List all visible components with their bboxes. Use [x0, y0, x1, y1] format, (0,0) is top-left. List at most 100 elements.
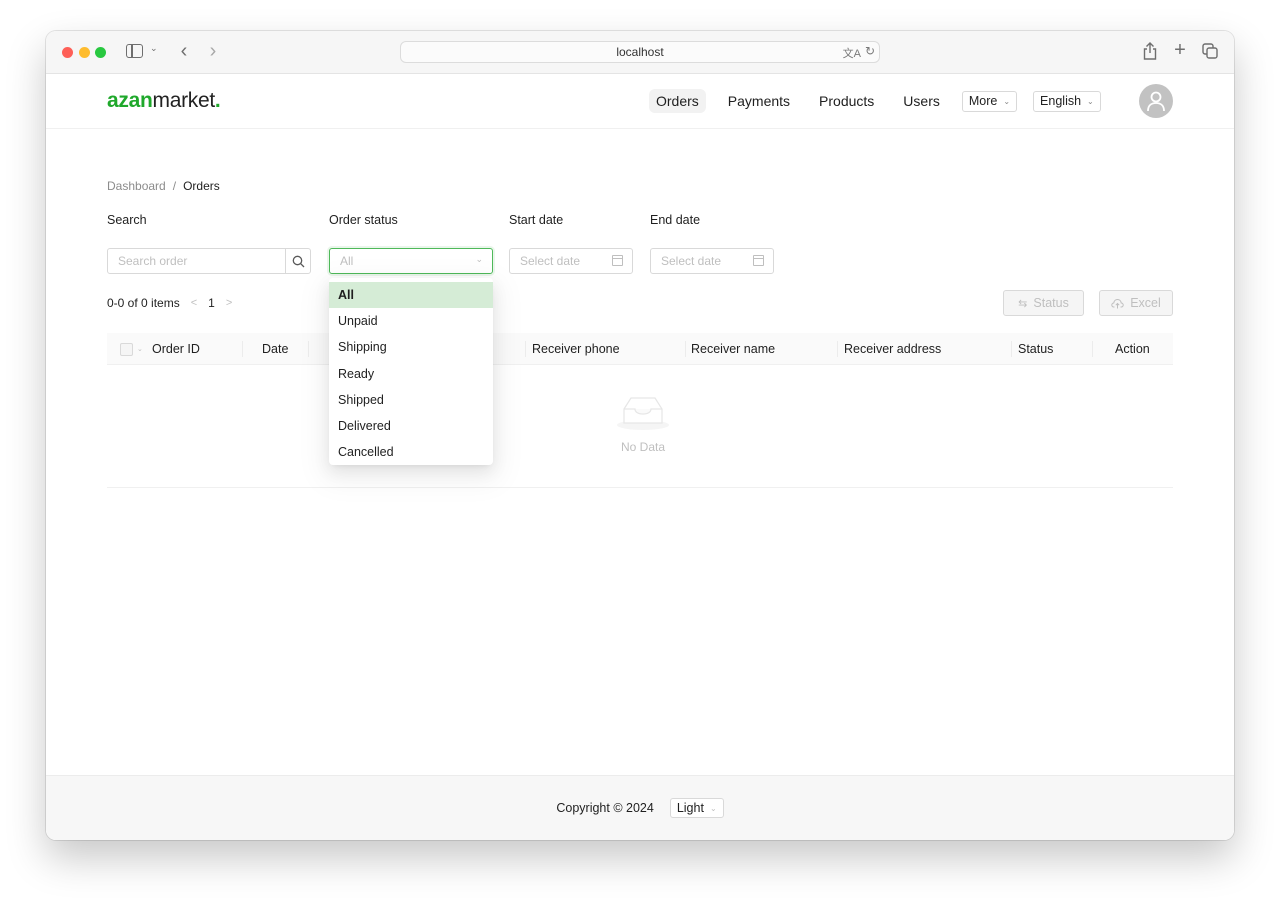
user-icon	[1147, 91, 1165, 112]
theme-label: Light	[676, 801, 704, 815]
start-date-label: Start date	[509, 213, 564, 227]
select-all-control[interactable]: ⌄	[120, 333, 143, 365]
swap-icon: ⇆	[1018, 297, 1028, 310]
nav-item-users[interactable]: Users	[896, 89, 947, 113]
breadcrumb-dashboard[interactable]: Dashboard	[107, 179, 166, 193]
order-status-select[interactable]: All ⌄	[329, 248, 493, 274]
share-icon[interactable]	[1142, 41, 1158, 61]
status-option-delivered[interactable]: Delivered	[329, 413, 493, 439]
nav-item-orders[interactable]: Orders	[649, 89, 706, 113]
column-divider	[308, 341, 309, 357]
pagination-summary: 0-0 of 0 items	[107, 296, 180, 310]
sidebar-toggle-icon[interactable]	[126, 44, 143, 58]
status-option-cancelled[interactable]: Cancelled	[329, 439, 493, 465]
search-icon	[292, 255, 304, 267]
status-option-all[interactable]: All	[329, 282, 493, 309]
excel-button-label: Excel	[1130, 296, 1161, 310]
pagination: 0-0 of 0 items < 1 >	[107, 296, 232, 310]
empty-state: No Data	[613, 395, 673, 454]
column-receiver-phone[interactable]: Receiver phone	[532, 333, 620, 365]
more-label: More	[968, 94, 998, 108]
breadcrumb-separator: /	[172, 179, 177, 193]
next-page-button[interactable]: >	[226, 297, 232, 309]
chevron-down-icon: ⌄	[475, 254, 483, 264]
more-menu-dropdown[interactable]: More ⌄	[961, 90, 1018, 112]
column-receiver-name[interactable]: Receiver name	[691, 333, 775, 365]
select-all-checkbox[interactable]	[120, 342, 133, 356]
calendar-icon	[753, 255, 764, 266]
language-select[interactable]: English ⌄	[1033, 90, 1101, 112]
calendar-icon	[612, 255, 623, 266]
footer: Copyright © 2024 Light ⌄	[46, 775, 1234, 840]
status-button-label: Status	[1033, 296, 1069, 310]
cloud-upload-icon	[1111, 298, 1124, 308]
empty-inbox-icon	[617, 397, 669, 430]
column-receiver-address[interactable]: Receiver address	[844, 333, 941, 365]
new-tab-icon[interactable]: +	[1171, 39, 1189, 61]
nav-item-payments[interactable]: Payments	[721, 89, 797, 113]
column-status[interactable]: Status	[1018, 333, 1053, 365]
browser-toolbar: ⌄ ‹ › localhost 文A ↻ +	[46, 31, 1234, 74]
user-avatar[interactable]	[1139, 84, 1173, 118]
chevron-down-icon: ⌄	[709, 803, 717, 813]
search-placeholder: Search order	[118, 254, 188, 268]
breadcrumb-orders: Orders	[183, 179, 220, 193]
back-icon[interactable]: ‹	[176, 40, 192, 62]
zoom-window-button[interactable]	[95, 47, 106, 58]
theme-select[interactable]: Light ⌄	[669, 798, 724, 818]
column-divider	[525, 341, 526, 357]
copyright-text: Copyright © 2024	[556, 801, 654, 815]
tabs-overview-icon[interactable]	[1202, 43, 1218, 59]
chevron-down-icon: ⌄	[1003, 96, 1011, 106]
forward-icon[interactable]: ›	[205, 40, 221, 62]
prev-page-button[interactable]: <	[191, 297, 197, 309]
orders-table-header: ⌄ Order ID Date Sender Receiver phone Re…	[107, 333, 1173, 365]
search-button[interactable]	[285, 248, 311, 274]
language-label: English	[1040, 94, 1082, 108]
start-date-placeholder: Select date	[520, 254, 581, 268]
column-divider	[1011, 341, 1012, 357]
breadcrumb: Dashboard / Orders	[107, 179, 220, 193]
logo-market-part: market	[152, 89, 216, 112]
orders-table-body: No Data	[107, 365, 1173, 488]
page-number[interactable]: 1	[208, 296, 215, 310]
export-excel-button[interactable]: Excel	[1099, 290, 1173, 316]
chevron-down-icon[interactable]: ⌄	[137, 345, 143, 353]
main-nav: Orders Payments Products Users More ⌄ En…	[649, 89, 1117, 113]
status-option-ready[interactable]: Ready	[329, 361, 493, 387]
chevron-down-icon: ⌄	[1087, 96, 1094, 106]
app-page: azanmarket. Orders Payments Products Use…	[46, 74, 1234, 840]
address-bar[interactable]: localhost 文A ↻	[400, 41, 880, 63]
status-option-unpaid[interactable]: Unpaid	[329, 308, 493, 334]
chevron-down-icon[interactable]: ⌄	[150, 43, 158, 54]
search-label: Search	[107, 213, 147, 227]
translate-icon[interactable]: 文A	[843, 45, 861, 61]
logo[interactable]: azanmarket.	[107, 89, 221, 113]
browser-window: ⌄ ‹ › localhost 文A ↻ + azanmarket. Order…	[46, 31, 1234, 840]
logo-dot: .	[214, 89, 221, 112]
column-action: Action	[1115, 342, 1150, 356]
column-divider	[685, 341, 686, 357]
column-divider	[242, 341, 243, 357]
end-date-placeholder: Select date	[661, 254, 722, 268]
column-order-id[interactable]: Order ID	[152, 333, 200, 365]
no-data-text: No Data	[620, 440, 666, 454]
url-text: localhost	[616, 45, 664, 59]
column-divider	[837, 341, 838, 357]
nav-item-products[interactable]: Products	[812, 89, 881, 113]
end-date-label: End date	[650, 213, 701, 227]
order-status-label: Order status	[329, 213, 398, 227]
change-status-button[interactable]: ⇆ Status	[1003, 290, 1084, 316]
minimize-window-button[interactable]	[79, 47, 90, 58]
logo-brand-part: azan	[107, 89, 153, 112]
column-date[interactable]: Date	[262, 333, 288, 365]
start-date-picker[interactable]: Select date	[509, 248, 633, 274]
column-divider	[1092, 341, 1093, 357]
status-option-shipped[interactable]: Shipped	[329, 387, 493, 413]
search-input[interactable]: Search order	[107, 248, 286, 274]
reload-icon[interactable]: ↻	[865, 44, 875, 58]
close-window-button[interactable]	[62, 47, 73, 58]
status-option-shipping[interactable]: Shipping	[329, 334, 493, 360]
order-status-value: All	[340, 254, 354, 268]
end-date-picker[interactable]: Select date	[650, 248, 774, 274]
